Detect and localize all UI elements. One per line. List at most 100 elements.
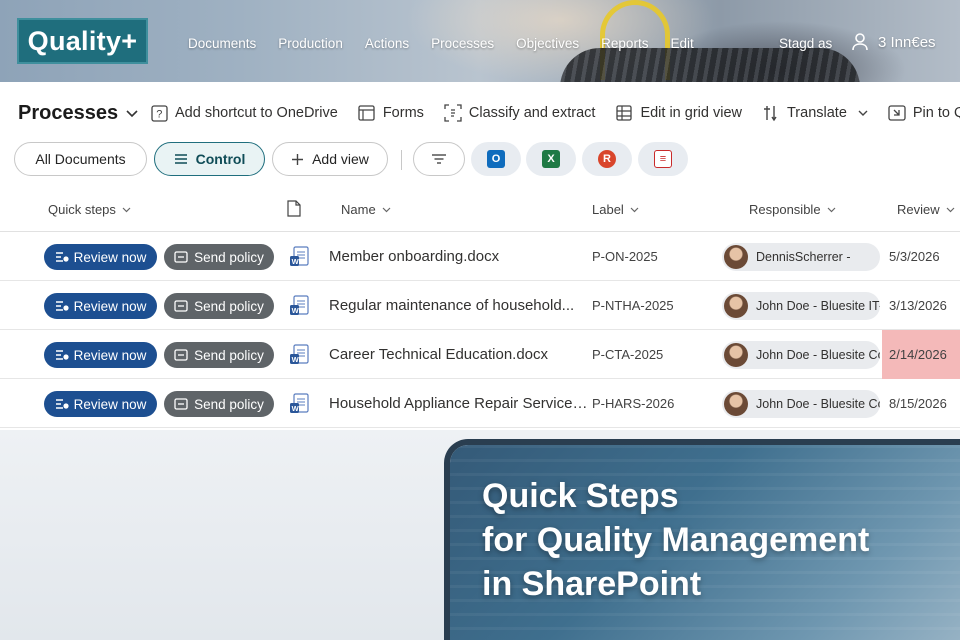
translate-icon xyxy=(762,104,780,122)
nav-documents[interactable]: Documents xyxy=(188,36,256,51)
nav-actions[interactable]: Actions xyxy=(365,36,409,51)
report-icon: R xyxy=(598,150,616,168)
headline-line-2: for Quality Management xyxy=(482,521,870,559)
document-name[interactable]: Household Appliance Repair Services... xyxy=(329,395,591,412)
review-now-label: Review now xyxy=(73,396,147,412)
svg-text:?: ? xyxy=(156,108,162,120)
nav-reports[interactable]: Reports xyxy=(601,36,648,51)
responsible-person[interactable]: John Doe - Bluesite Co xyxy=(722,390,880,418)
responsible-name: John Doe - Bluesite IT- xyxy=(756,299,880,313)
classify-label: Classify and extract xyxy=(468,105,596,121)
table-row[interactable]: Review now Send policy W Member onboardi… xyxy=(0,232,960,281)
review-now-button[interactable]: Review now xyxy=(44,391,157,417)
send-icon xyxy=(174,349,188,361)
column-responsible[interactable]: Responsible xyxy=(749,202,836,217)
document-name[interactable]: Member onboarding.docx xyxy=(329,248,591,265)
column-responsible-label: Responsible xyxy=(749,202,821,217)
outlook-button[interactable]: O xyxy=(471,142,521,176)
pdf-button[interactable]: ≡ xyxy=(638,142,688,176)
user-menu[interactable]: 3 Inn€es xyxy=(852,33,936,51)
forms-icon xyxy=(358,104,376,122)
review-icon xyxy=(55,301,69,311)
column-review-label: Review xyxy=(897,202,940,217)
review-date: 5/3/2026 xyxy=(889,249,940,264)
review-now-button[interactable]: Review now xyxy=(44,342,157,368)
nav-production[interactable]: Production xyxy=(278,36,343,51)
send-icon xyxy=(174,300,188,312)
send-policy-label: Send policy xyxy=(194,298,264,314)
edit-grid-label: Edit in grid view xyxy=(640,105,742,121)
plus-icon xyxy=(292,153,304,165)
send-policy-button[interactable]: Send policy xyxy=(164,244,274,270)
document-name[interactable]: Career Technical Education.docx xyxy=(329,346,591,363)
review-now-button[interactable]: Review now xyxy=(44,293,157,319)
filter-button[interactable] xyxy=(413,142,465,176)
add-view-button[interactable]: Add view xyxy=(272,142,388,176)
person-icon xyxy=(852,33,868,51)
banner-photo-coil xyxy=(560,48,860,82)
site-logo[interactable]: Quality+ xyxy=(17,18,148,64)
edit-grid-view-button[interactable]: Edit in grid view xyxy=(615,104,742,122)
nav-objectives[interactable]: Objectives xyxy=(516,36,579,51)
nav-processes[interactable]: Processes xyxy=(431,36,494,51)
table-row[interactable]: Review now Send policy W Career Technica… xyxy=(0,330,960,379)
word-document-icon: W xyxy=(290,246,309,266)
view-all-documents-label: All Documents xyxy=(35,151,126,167)
word-document-icon: W xyxy=(290,295,309,315)
divider xyxy=(401,150,402,170)
add-shortcut-button[interactable]: ? Add shortcut to OneDrive xyxy=(150,104,338,122)
document-name[interactable]: Regular maintenance of household... xyxy=(329,297,591,314)
pin-icon xyxy=(888,104,906,122)
view-control[interactable]: Control xyxy=(154,142,265,176)
review-icon xyxy=(55,350,69,360)
review-now-button[interactable]: Review now xyxy=(44,244,157,270)
send-policy-button[interactable]: Send policy xyxy=(164,391,274,417)
forms-label: Forms xyxy=(382,105,424,121)
table-row[interactable]: Review now Send policy W Regular mainten… xyxy=(0,281,960,330)
responsible-person[interactable]: DennisScherrer - xyxy=(722,243,880,271)
responsible-person[interactable]: John Doe - Bluesite IT- xyxy=(722,292,880,320)
column-name[interactable]: Name xyxy=(341,202,391,217)
promo-headline: Quick Steps for Quality Management in Sh… xyxy=(482,474,869,606)
review-date: 8/15/2026 xyxy=(889,396,947,411)
column-quick-steps[interactable]: Quick steps xyxy=(48,202,131,217)
page-title-text: Processes xyxy=(18,102,119,124)
pin-quick-access-button[interactable]: Pin to Quic xyxy=(888,104,960,122)
chevron-down-icon xyxy=(122,207,131,212)
responsible-name: DennisScherrer - xyxy=(756,250,851,264)
forms-button[interactable]: Forms xyxy=(358,104,424,122)
send-policy-button[interactable]: Send policy xyxy=(164,293,274,319)
document-table: Quick steps Name Label Responsible Revie… xyxy=(0,188,960,430)
avatar xyxy=(724,294,748,318)
send-policy-label: Send policy xyxy=(194,347,264,363)
send-icon xyxy=(174,251,188,263)
word-document-icon: W xyxy=(290,344,309,364)
view-all-documents[interactable]: All Documents xyxy=(14,142,147,176)
send-policy-label: Send policy xyxy=(194,249,264,265)
pin-label: Pin to Quic xyxy=(912,105,960,121)
document-label: P-ON-2025 xyxy=(592,249,658,264)
column-review[interactable]: Review xyxy=(897,202,955,217)
chevron-down-icon xyxy=(126,109,138,117)
page-title[interactable]: Processes xyxy=(18,102,138,125)
column-label[interactable]: Label xyxy=(592,202,639,217)
excel-button[interactable]: X xyxy=(526,142,576,176)
review-icon xyxy=(55,399,69,409)
avatar xyxy=(724,343,748,367)
report-button[interactable]: R xyxy=(582,142,632,176)
chevron-down-icon xyxy=(630,207,639,212)
avatar xyxy=(724,245,748,269)
table-row[interactable]: Review now Send policy W Household Appli… xyxy=(0,379,960,428)
classify-extract-button[interactable]: Classify and extract xyxy=(444,104,596,122)
nav-edit[interactable]: Edit xyxy=(670,36,693,51)
nav-staged-as[interactable]: Stagd as xyxy=(779,36,832,51)
column-label-label: Label xyxy=(592,202,624,217)
column-file-type[interactable] xyxy=(287,200,301,217)
review-now-label: Review now xyxy=(73,249,147,265)
classify-icon xyxy=(444,104,462,122)
responsible-person[interactable]: John Doe - Bluesite Co xyxy=(722,341,880,369)
view-control-label: Control xyxy=(195,151,246,167)
translate-button[interactable]: Translate xyxy=(762,104,868,122)
chevron-down-icon xyxy=(827,207,835,212)
send-policy-button[interactable]: Send policy xyxy=(164,342,274,368)
